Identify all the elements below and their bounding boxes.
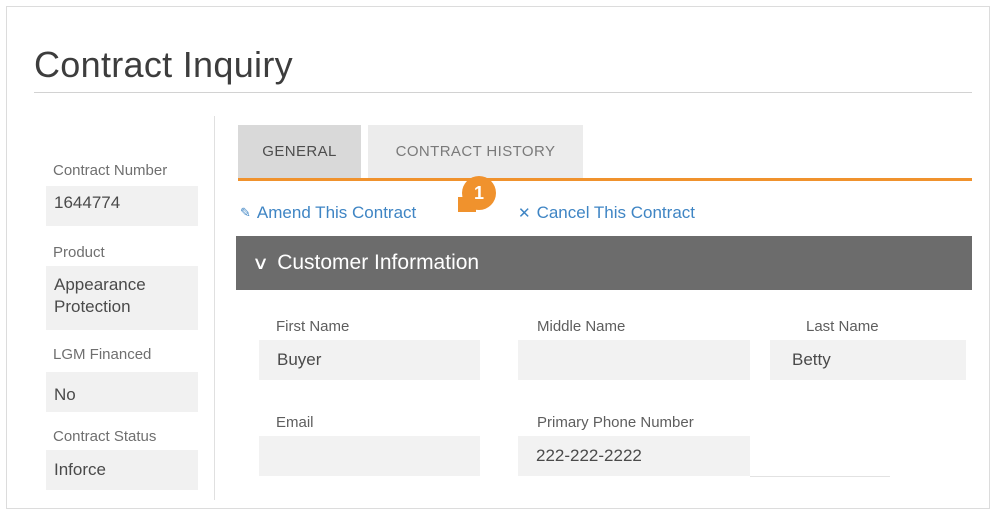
tab-general[interactable]: GENERAL <box>238 125 361 178</box>
customer-information-header[interactable]: ∨ Customer Information <box>236 236 972 290</box>
primary-phone-label: Primary Phone Number <box>537 414 694 431</box>
contract-status-value: Inforce <box>46 450 198 490</box>
last-name-label: Last Name <box>806 318 879 335</box>
contract-number-label: Contract Number <box>53 162 168 179</box>
middle-name-label: Middle Name <box>537 318 626 335</box>
last-name-field[interactable]: Betty <box>770 340 966 380</box>
product-value-line1: Appearance <box>54 275 146 294</box>
primary-phone-field[interactable]: 222-222-2222 <box>518 436 750 476</box>
pencil-icon: ✎ <box>240 205 251 220</box>
product-value-line2: Protection <box>54 297 131 316</box>
first-name-label: First Name <box>276 318 350 335</box>
page-title: Contract Inquiry <box>34 44 293 85</box>
tab-contract-history[interactable]: CONTRACT HISTORY <box>368 125 583 178</box>
chevron-down-icon: ∨ <box>252 252 270 273</box>
email-field[interactable] <box>259 436 480 476</box>
email-label: Email <box>276 414 314 431</box>
cancel-contract-label: Cancel This Contract <box>536 203 695 222</box>
lgm-financed-label: LGM Financed <box>53 346 152 363</box>
callout-badge: 1 <box>462 176 496 210</box>
amend-contract-label: Amend This Contract <box>256 203 417 222</box>
amend-contract-link[interactable]: ✎ Amend This Contract <box>240 203 416 223</box>
section-title: Customer Information <box>277 251 480 274</box>
product-value: Appearance Protection <box>46 266 198 330</box>
first-name-field[interactable]: Buyer <box>259 340 480 380</box>
tab-underline <box>238 178 972 181</box>
contract-number-value: 1644774 <box>46 186 198 226</box>
title-divider <box>34 92 972 93</box>
product-label: Product <box>53 244 105 261</box>
lgm-financed-value: No <box>46 372 198 412</box>
cancel-contract-link[interactable]: ✕ Cancel This Contract <box>518 203 695 223</box>
field-divider <box>750 476 890 477</box>
close-icon: ✕ <box>518 205 531 222</box>
sidebar-divider <box>214 116 215 500</box>
middle-name-field[interactable] <box>518 340 750 380</box>
contract-status-label: Contract Status <box>53 428 157 445</box>
